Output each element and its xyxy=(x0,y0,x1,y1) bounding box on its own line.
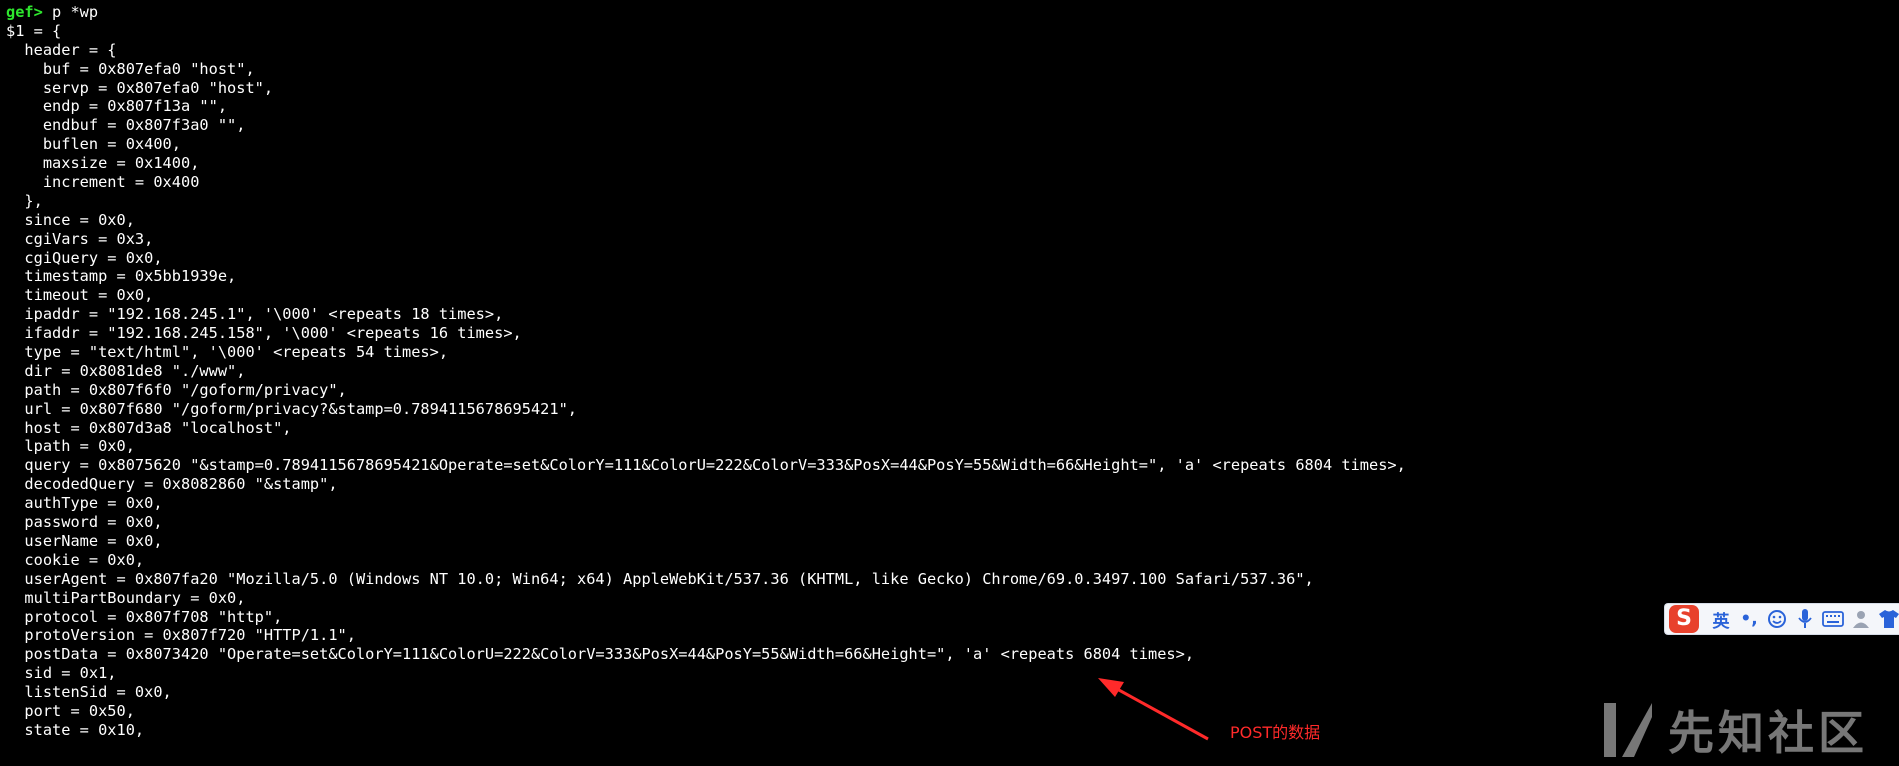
output-line: maxsize = 0x1400, xyxy=(6,154,200,173)
shirt-icon[interactable] xyxy=(1878,606,1899,632)
output-line: timeout = 0x0, xyxy=(6,286,154,305)
terminal-output[interactable]: gef> p *wp $1 = { header = { buf = 0x807… xyxy=(6,3,1656,763)
output-line: userName = 0x0, xyxy=(6,531,163,550)
watermark: 先知社区 xyxy=(1600,695,1868,765)
command-line: gef> p *wp xyxy=(6,3,1656,22)
punctuation-toggle[interactable]: •, xyxy=(1738,606,1760,632)
output-line: host = 0x807d3a8 "localhost", xyxy=(6,418,292,437)
output-line: url = 0x807f680 "/goform/privacy?&stamp=… xyxy=(6,399,577,418)
user-icon[interactable] xyxy=(1850,606,1872,632)
ime-toolbar[interactable]: S 英 •, xyxy=(1664,603,1899,635)
output-line: lpath = 0x0, xyxy=(6,437,135,456)
sogou-logo-icon[interactable]: S xyxy=(1669,605,1699,633)
output-line: buf = 0x807efa0 "host", xyxy=(6,59,255,78)
output-line: ifaddr = "192.168.245.158", '\000' <repe… xyxy=(6,324,522,343)
output-line: sid = 0x1, xyxy=(6,664,117,683)
output-line: listenSid = 0x0, xyxy=(6,683,172,702)
microphone-icon[interactable] xyxy=(1794,606,1816,632)
output-line: ipaddr = "192.168.245.1", '\000' <repeat… xyxy=(6,305,504,324)
output-line: multiPartBoundary = 0x0, xyxy=(6,588,246,607)
output-line: }, xyxy=(6,191,43,210)
output-line: servp = 0x807efa0 "host", xyxy=(6,78,274,97)
output-line: userAgent = 0x807fa20 "Mozilla/5.0 (Wind… xyxy=(6,569,1314,588)
keyboard-icon[interactable] xyxy=(1822,606,1844,632)
output-line: $1 = { xyxy=(6,21,62,40)
output-line: authType = 0x0, xyxy=(6,494,163,513)
gef-prompt: gef> xyxy=(6,3,43,21)
output-line: dir = 0x8081de8 "./www", xyxy=(6,361,246,380)
output-line: endp = 0x807f13a "", xyxy=(6,97,228,116)
command-text: p *wp xyxy=(42,3,99,21)
output-line: state = 0x10, xyxy=(6,720,145,739)
output-line: type = "text/html", '\000' <repeats 54 t… xyxy=(6,343,449,362)
xianzhi-logo-icon xyxy=(1604,703,1652,757)
output-line: since = 0x0, xyxy=(6,210,135,229)
output-line: header = { xyxy=(6,40,117,59)
output-line: buflen = 0x400, xyxy=(6,135,181,154)
watermark-text: 先知社区 xyxy=(1668,706,1868,760)
output-line: decodedQuery = 0x8082860 "&stamp", xyxy=(6,475,338,494)
output-line: protocol = 0x807f708 "http", xyxy=(6,607,283,626)
output-line: cookie = 0x0, xyxy=(6,550,145,569)
annotation-label: POST的数据 xyxy=(1230,723,1321,742)
output-line: timestamp = 0x5bb1939e, xyxy=(6,267,237,286)
output-line: path = 0x807f6f0 "/goform/privacy", xyxy=(6,380,347,399)
struct-dump: $1 = { header = { buf = 0x807efa0 "host"… xyxy=(6,22,1656,740)
output-line: password = 0x0, xyxy=(6,513,163,532)
ime-mode-toggle[interactable]: 英 xyxy=(1710,606,1732,632)
output-line: cgiVars = 0x3, xyxy=(6,229,154,248)
output-line: endbuf = 0x807f3a0 "", xyxy=(6,116,246,135)
emoji-icon[interactable] xyxy=(1766,606,1788,632)
output-line: increment = 0x400 xyxy=(6,173,200,192)
output-line: postData = 0x8073420 "Operate=set&ColorY… xyxy=(6,645,1195,664)
output-line: cgiQuery = 0x0, xyxy=(6,248,163,267)
output-line: query = 0x8075620 "&stamp=0.789411567869… xyxy=(6,456,1406,475)
output-line: protoVersion = 0x807f720 "HTTP/1.1", xyxy=(6,626,356,645)
output-line: port = 0x50, xyxy=(6,701,135,720)
